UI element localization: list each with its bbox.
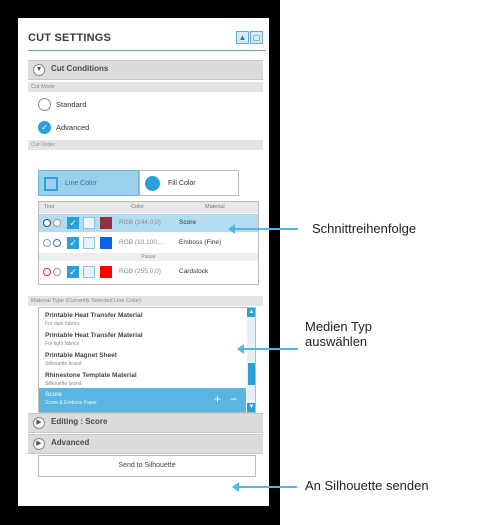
radio-standard[interactable] — [38, 98, 51, 111]
cut-conditions-label: Cut Conditions — [51, 64, 109, 73]
media-type-annotation-line2: auswählen — [305, 334, 368, 349]
material-value[interactable]: Emboss (Fine) — [179, 239, 221, 246]
tool-2-indicator[interactable] — [53, 239, 61, 247]
table-row[interactable]: ✓ RGB (10,100,… Emboss (Fine) — [39, 234, 258, 252]
list-item[interactable]: Printable Heat Transfer Material — [45, 332, 143, 339]
chevron-right-icon: ▶ — [33, 417, 45, 429]
cut-conditions-header[interactable]: ▼ Cut Conditions — [28, 60, 263, 80]
add-material-button[interactable]: + — [214, 392, 221, 406]
chevron-down-icon: ▼ — [33, 64, 45, 76]
tool-1-indicator[interactable] — [43, 219, 51, 227]
advanced-header[interactable]: ▶ Advanced — [28, 434, 263, 454]
row-enabled-checkbox[interactable]: ✓ — [67, 237, 79, 249]
editing-score-label: Editing : Score — [51, 417, 108, 426]
line-color-icon — [44, 177, 58, 191]
remove-material-button[interactable]: − — [230, 392, 237, 406]
cut-order-table: Tool Color Material ✓ RGB (144,0,0) Scor… — [38, 201, 259, 285]
standard-label: Standard — [56, 100, 87, 109]
media-type-arrow — [237, 344, 298, 354]
fill-color-label: Fill Color — [168, 180, 196, 187]
send-arrow — [232, 482, 297, 492]
color-swatch — [100, 217, 112, 229]
advanced-mode-label: Advanced — [56, 123, 90, 132]
scroll-thumb[interactable] — [248, 363, 255, 385]
table-header: Tool Color Material — [39, 202, 258, 213]
selected-item-sub: Score & Emboss Paper — [45, 400, 97, 406]
list-item[interactable]: Rhinestone Template Material — [45, 372, 137, 379]
tool-2-indicator[interactable] — [53, 219, 61, 227]
material-value[interactable]: Cardstock — [179, 268, 208, 275]
selected-item-name: Score — [45, 391, 62, 398]
line-color-label: Line Color — [65, 180, 97, 187]
cut-mode-label: Cut Mode — [28, 82, 263, 92]
rgb-value: RGB (10,100,… — [119, 239, 166, 246]
advanced-section-label: Advanced — [51, 438, 90, 447]
cut-order-arrow — [228, 224, 298, 234]
row-enabled-checkbox[interactable]: ✓ — [67, 266, 79, 278]
collapse-panel-button[interactable]: ▲ — [236, 31, 249, 44]
editing-score-header[interactable]: ▶ Editing : Score — [28, 413, 263, 433]
material-list[interactable]: Printable Heat Transfer Material For dar… — [38, 307, 256, 413]
panel-title: CUT SETTINGS — [28, 32, 112, 44]
color-swatch — [100, 266, 112, 278]
list-item-sub: Silhouette brand — [45, 361, 82, 367]
scroll-up-icon[interactable]: ▲ — [247, 308, 255, 317]
row-enabled-checkbox[interactable]: ✓ — [67, 217, 79, 229]
rgb-value: RGB (144,0,0) — [119, 219, 161, 226]
material-type-label: Material Type (Currently Selected Line C… — [28, 296, 263, 306]
pause-divider[interactable]: Pause — [39, 253, 258, 261]
list-item-sub: For dark fabrics — [45, 321, 80, 327]
scroll-down-icon[interactable]: ▼ — [247, 403, 255, 412]
rgb-value: RGB (255,0,0) — [119, 268, 161, 275]
tool-1-indicator[interactable] — [43, 268, 51, 276]
list-item-sub: For light fabrics — [45, 341, 80, 347]
fill-color-toggle[interactable]: Fill Color — [139, 170, 239, 196]
selected-list-item[interactable]: Score Score & Emboss Paper + − — [39, 388, 246, 412]
material-scrollbar[interactable]: ▲ ▼ — [247, 308, 255, 412]
color-swatch — [100, 237, 112, 249]
tool-2-indicator[interactable] — [53, 268, 61, 276]
chevron-right-icon: ▶ — [33, 438, 45, 450]
panel-header: CUT SETTINGS ▲ ▢ — [28, 30, 266, 51]
float-panel-button[interactable]: ▢ — [250, 31, 263, 44]
app-frame: CUT SETTINGS ▲ ▢ ▼ Cut Conditions Cut Mo… — [0, 0, 280, 525]
cut-order-annotation: Schnittreihenfolge — [312, 221, 417, 236]
list-item[interactable]: Printable Heat Transfer Material — [45, 312, 143, 319]
line-style-icon — [83, 237, 95, 249]
line-style-icon — [83, 266, 95, 278]
header-tool: Tool — [44, 204, 55, 210]
cut-settings-panel: CUT SETTINGS ▲ ▢ ▼ Cut Conditions Cut Mo… — [18, 18, 269, 506]
line-color-toggle[interactable]: Line Color — [38, 170, 139, 196]
list-item-sub: Silhouette brand — [45, 381, 82, 387]
tool-1-indicator[interactable] — [43, 239, 51, 247]
list-item[interactable]: Printable Magnet Sheet — [45, 352, 117, 359]
material-value[interactable]: Score — [179, 219, 196, 226]
media-type-annotation-line1: Medien Typ — [305, 319, 372, 334]
send-to-silhouette-button[interactable]: Send to Silhouette — [38, 455, 256, 477]
send-annotation: An Silhouette senden — [305, 478, 429, 493]
radio-advanced[interactable]: ✓ — [38, 121, 51, 134]
table-row[interactable]: ✓ RGB (255,0,0) Cardstock — [39, 263, 258, 281]
header-material: Material — [205, 204, 225, 210]
table-row[interactable]: ✓ RGB (144,0,0) Score — [39, 214, 258, 232]
header-color: Color — [131, 204, 145, 210]
fill-color-icon — [145, 176, 160, 191]
cut-order-label: Cut Order — [28, 140, 263, 150]
line-style-icon — [83, 217, 95, 229]
